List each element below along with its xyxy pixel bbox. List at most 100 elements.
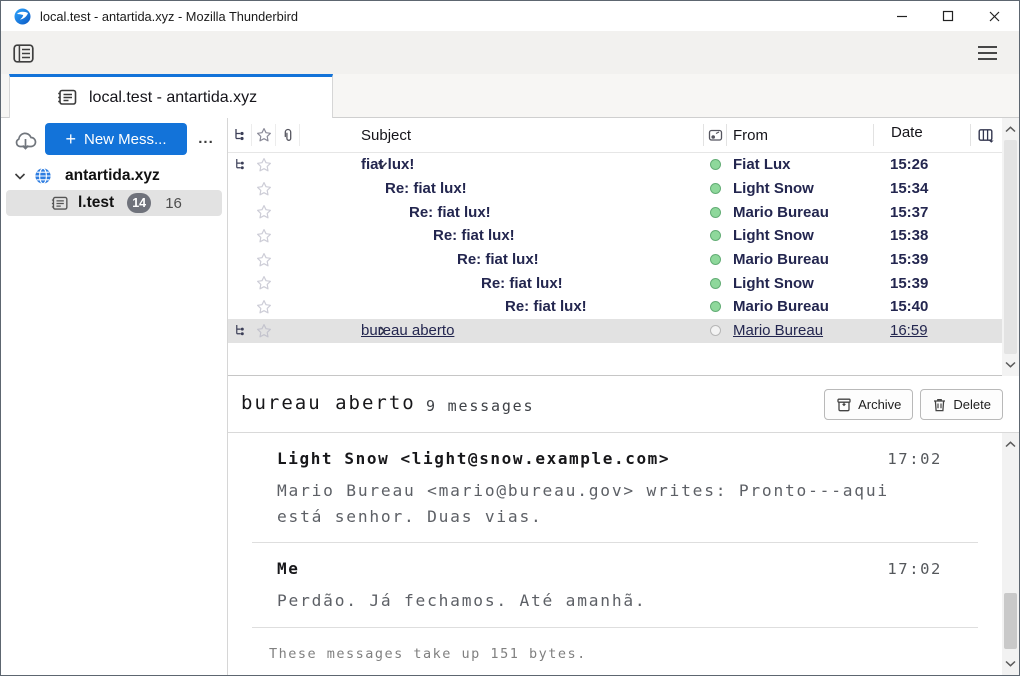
thread-list-scrollbar[interactable] (1002, 118, 1019, 376)
star-icon[interactable] (252, 181, 276, 197)
star-icon[interactable] (252, 323, 276, 339)
minimize-button[interactable] (879, 1, 925, 31)
subject-column-header[interactable]: Subject (300, 127, 703, 144)
chevron-right-icon[interactable] (376, 324, 389, 337)
new-message-label: New Mess... (84, 131, 167, 148)
star-icon[interactable] (252, 299, 276, 315)
new-message-button[interactable]: + New Mess... (45, 123, 187, 155)
close-button[interactable] (971, 1, 1017, 31)
sidebar-item-account[interactable]: antartida.xyz (1, 162, 227, 189)
date-cell: 15:34 (873, 180, 970, 197)
plus-icon: + (65, 130, 76, 148)
message-pane-scrollbar[interactable] (1002, 433, 1019, 675)
thunderbird-logo-icon (14, 8, 31, 25)
from-cell: Light Snow (727, 180, 873, 197)
title-bar: local.test - antartida.xyz - Mozilla Thu… (1, 1, 1019, 31)
archive-icon (836, 397, 852, 413)
table-row[interactable]: Re: fiat lux! Mario Bureau 15:39 (228, 248, 1019, 272)
scroll-up-icon[interactable] (1002, 121, 1019, 138)
thread-column-header[interactable] (228, 124, 252, 146)
subject-cell: Re: fiat lux! (300, 275, 563, 292)
date-cell: 15:37 (873, 204, 970, 221)
table-row-selected[interactable]: bureau aberto Mario Bureau 16:59 (228, 319, 1019, 343)
table-row[interactable]: Re: fiat lux! Mario Bureau 15:40 (228, 295, 1019, 319)
spaces-toolbar-icon[interactable] (10, 40, 36, 66)
tab-strip: local.test - antartida.xyz (1, 74, 1019, 118)
date-cell: 15:40 (873, 298, 970, 315)
scrollbar-thumb[interactable] (1004, 140, 1017, 354)
folder-pane-options-button[interactable]: ... (193, 123, 219, 153)
subject-cell: Re: fiat lux! (300, 227, 515, 244)
folder-pane: + New Mess... ... antartida.xyz l.test (1, 118, 228, 675)
from-cell: Mario Bureau (727, 251, 873, 268)
total-count: 16 (165, 195, 182, 212)
thread-message-count: 9 messages (426, 397, 534, 415)
date-cell: 15:26 (873, 156, 970, 173)
star-icon[interactable] (252, 157, 276, 173)
message-time: 17:02 (887, 560, 942, 578)
from-column-header[interactable]: From (727, 127, 873, 144)
unread-dot-icon[interactable] (710, 207, 721, 218)
app-menu-icon[interactable] (973, 40, 1001, 66)
archive-label: Archive (858, 397, 901, 412)
scroll-down-icon[interactable] (1002, 655, 1019, 672)
unread-dot-icon[interactable] (710, 301, 721, 312)
star-icon[interactable] (252, 204, 276, 220)
globe-icon (34, 167, 52, 185)
thunderbird-window: local.test - antartida.xyz - Mozilla Thu… (0, 0, 1020, 676)
message-card[interactable]: Me 17:02 Perdão. Já fechamos. Até amanhã… (252, 543, 978, 628)
attachment-column-header[interactable] (276, 124, 300, 146)
message-card[interactable]: Light Snow <light@snow.example.com> 17:0… (252, 433, 978, 543)
scroll-up-icon[interactable] (1002, 436, 1019, 453)
thread-icon (233, 128, 246, 142)
trash-icon (932, 397, 947, 413)
table-row[interactable]: Re: fiat lux! Light Snow 15:39 (228, 271, 1019, 295)
subject-column-label: Subject (361, 127, 411, 144)
table-row[interactable]: Re: fiat lux! Mario Bureau 15:37 (228, 200, 1019, 224)
unread-dot-icon[interactable] (710, 183, 721, 194)
archive-button[interactable]: Archive (824, 389, 913, 420)
subject-cell: Re: fiat lux! (300, 298, 587, 315)
chevron-down-icon[interactable] (13, 169, 27, 183)
paperclip-icon (281, 128, 295, 143)
window-title: local.test - antartida.xyz - Mozilla Thu… (40, 9, 298, 24)
tab-local-test[interactable]: local.test - antartida.xyz (9, 74, 333, 118)
sidebar-item-folder-ltest[interactable]: l.test 14 16 (6, 190, 222, 216)
star-icon[interactable] (252, 275, 276, 291)
get-messages-cloud-icon[interactable] (11, 126, 39, 154)
maximize-button[interactable] (925, 1, 971, 31)
thread-icon (234, 158, 246, 171)
unread-dot-icon[interactable] (710, 230, 721, 241)
from-cell: Mario Bureau (727, 322, 873, 339)
from-cell: Mario Bureau (727, 298, 873, 315)
unread-dot-icon[interactable] (710, 254, 721, 265)
unread-column-header[interactable] (703, 124, 727, 146)
unread-badge: 14 (127, 193, 151, 213)
star-icon[interactable] (252, 228, 276, 244)
read-dot-icon[interactable] (710, 325, 721, 336)
message-body: Mario Bureau <mario@bureau.gov> writes: … (277, 478, 942, 529)
thread-pane: Subject From Date (228, 118, 1019, 376)
unread-dot-icon[interactable] (710, 159, 721, 170)
from-cell: Mario Bureau (727, 204, 873, 221)
scroll-down-icon[interactable] (1002, 356, 1019, 373)
unread-dot-icon[interactable] (710, 278, 721, 289)
subject-cell: Re: fiat lux! (300, 251, 539, 268)
star-column-header[interactable] (252, 124, 276, 146)
newsgroup-folder-icon (50, 195, 69, 212)
scrollbar-thumb[interactable] (1004, 593, 1017, 649)
folder-name: l.test (78, 194, 114, 212)
message-pane: Light Snow <light@snow.example.com> 17:0… (228, 433, 1002, 675)
table-row[interactable]: Re: fiat lux! Light Snow 15:38 (228, 224, 1019, 248)
date-column-header[interactable]: Date (873, 124, 970, 146)
table-row[interactable]: Re: fiat lux! Light Snow 15:34 (228, 177, 1019, 201)
date-cell: 15:39 (873, 251, 970, 268)
from-cell: Light Snow (727, 275, 873, 292)
chevron-down-icon[interactable] (376, 158, 389, 171)
table-row[interactable]: fiat lux! Fiat Lux 15:26 (228, 153, 1019, 177)
message-header-bar: bureau aberto 9 messages Archive Delete (228, 376, 1019, 433)
subject-cell: fiat lux! (300, 156, 414, 173)
delete-button[interactable]: Delete (920, 389, 1003, 420)
star-icon[interactable] (252, 252, 276, 268)
column-picker-icon (978, 128, 995, 143)
